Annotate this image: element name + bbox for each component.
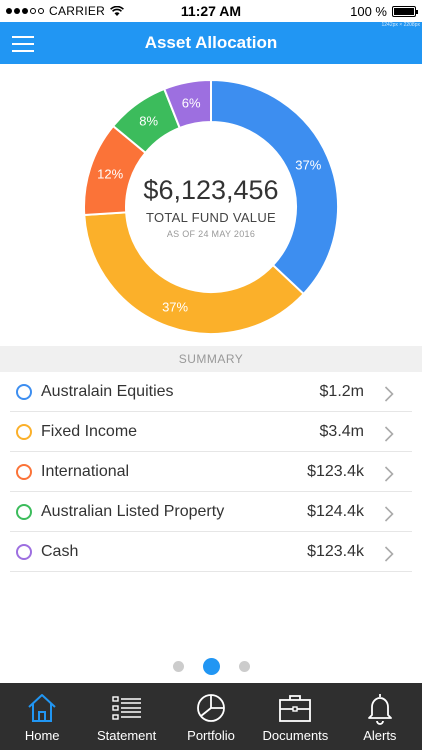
chevron-right-icon (384, 386, 394, 402)
summary-list: Australain Equities $1.2m Fixed Income $… (0, 372, 422, 572)
battery-percent: 100 % (350, 4, 387, 19)
summary-row-australian-listed-property[interactable]: Australian Listed Property $124.4k (0, 492, 422, 532)
status-circle-icon (16, 544, 32, 560)
tab-label: Home (24, 728, 60, 743)
dimension-tag: 1242px × 2208px (381, 22, 420, 28)
page-dot-1[interactable] (172, 661, 184, 672)
tab-label: Documents (262, 728, 329, 743)
chevron-right-icon (384, 466, 394, 482)
page-indicator (0, 658, 422, 675)
row-value: $1.2m (319, 383, 364, 400)
tab-home[interactable]: Home (0, 683, 84, 750)
summary-row-australain-equities[interactable]: Australain Equities $1.2m (0, 372, 422, 412)
summary-header: SUMMARY (0, 346, 422, 372)
page-title: Asset Allocation (144, 33, 278, 52)
status-circle-icon (16, 504, 32, 520)
slice-percent-label: 37% (162, 299, 189, 315)
slice-percent-label: 6% (181, 95, 201, 111)
row-label: Cash (41, 543, 79, 560)
status-circle-icon (16, 384, 32, 400)
row-value: $123.4k (307, 543, 364, 560)
briefcase-icon (279, 695, 312, 722)
summary-row-international[interactable]: International $123.4k (0, 452, 422, 492)
home-icon (28, 694, 56, 722)
bell-icon (367, 694, 392, 725)
status-right: 100 % (350, 4, 418, 19)
tab-alerts[interactable]: Alerts (338, 683, 422, 750)
chevron-right-icon (384, 506, 394, 522)
tab-label: Alerts (363, 728, 397, 743)
row-label: Fixed Income (41, 423, 138, 440)
list-icon (111, 696, 141, 720)
tab-statement[interactable]: Statement (84, 683, 168, 750)
total-fund-value: $6,123,456 (143, 175, 279, 205)
page-dot-2[interactable] (202, 658, 220, 675)
row-value: $123.4k (307, 463, 364, 480)
page-dot-3[interactable] (238, 661, 250, 672)
tab-documents[interactable]: Documents (253, 683, 337, 750)
pie-chart-icon (197, 694, 225, 722)
row-label: Australian Listed Property (41, 503, 225, 520)
tab-bar: Home Statement Portfolio Documents Alert… (0, 683, 422, 750)
chevron-right-icon (384, 546, 394, 562)
row-label: International (41, 463, 130, 480)
chevron-right-icon (384, 426, 394, 442)
status-circle-icon (16, 424, 32, 440)
summary-row-fixed-income[interactable]: Fixed Income $3.4m (0, 412, 422, 452)
total-fund-label: TOTAL FUND VALUE (145, 210, 276, 225)
slice-percent-label: 37% (295, 157, 322, 173)
donut-chart (83, 78, 339, 335)
status-circle-icon (16, 464, 32, 480)
row-value: $3.4m (319, 423, 364, 440)
as-of-date: AS OF 24 MAY 2016 (166, 229, 256, 239)
tab-label: Portfolio (187, 728, 235, 743)
battery-icon (392, 6, 418, 17)
tab-portfolio[interactable]: Portfolio (169, 683, 253, 750)
row-value: $124.4k (307, 503, 364, 520)
summary-row-cash[interactable]: Cash $123.4k (0, 532, 422, 572)
tab-label: Statement (96, 728, 157, 743)
allocation-chart: 37% 37% 12% 8% 6% $6,123,456 TOTAL FUND VALU… (0, 64, 422, 346)
app-header: Asset Allocation 1242px × 2208px (0, 22, 422, 64)
row-label: Australain Equities (41, 383, 174, 400)
slice-percent-label: 8% (139, 113, 159, 129)
status-bar: CARRIER 11:27 AM 100 % (0, 0, 422, 22)
